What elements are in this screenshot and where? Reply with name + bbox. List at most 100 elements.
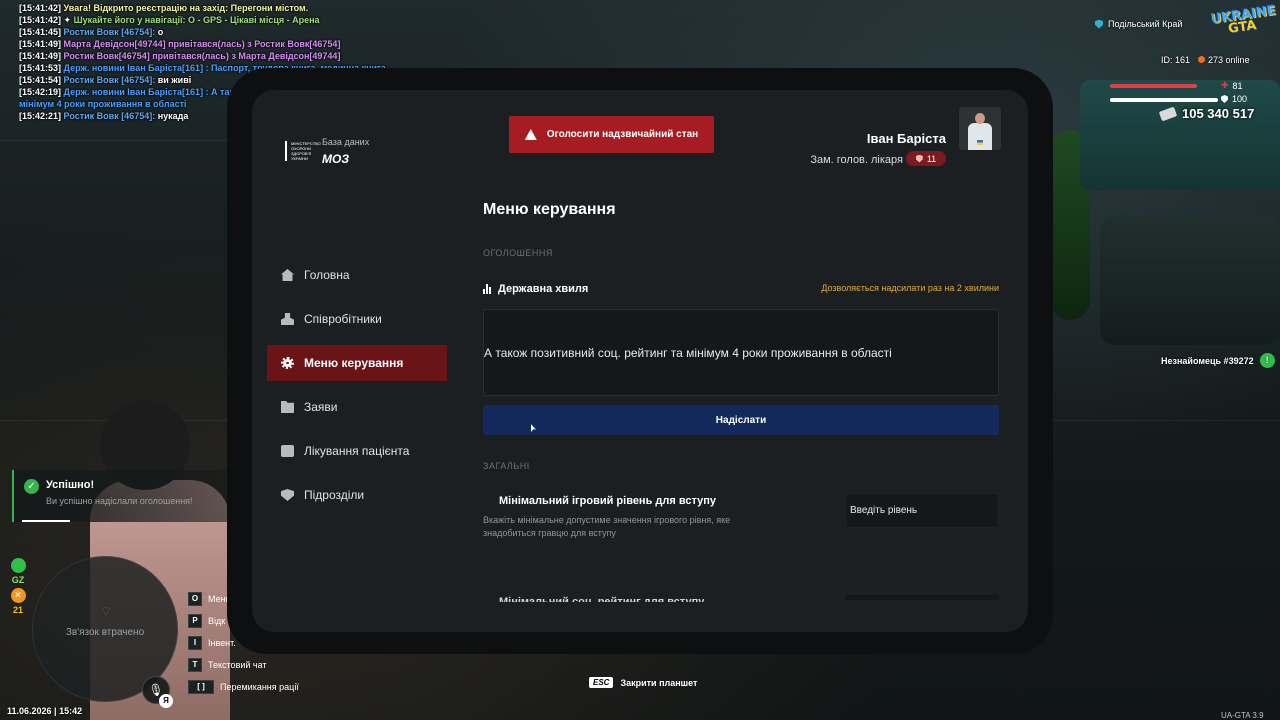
chat-timestamp: [15:41:54]	[19, 75, 62, 85]
key-cap: O	[188, 592, 202, 606]
key-cap: P	[188, 614, 202, 628]
sofa	[1080, 80, 1280, 190]
nearby-player: Незнайомець #39272 !	[1161, 353, 1275, 368]
region-shield-icon	[1095, 19, 1103, 29]
check-icon: ✓	[24, 479, 39, 494]
toast-progress	[22, 520, 70, 522]
mic-key-badge: Я	[159, 694, 173, 708]
min-level-description: Вкажіть мінімальне допустиме значення іг…	[483, 515, 731, 538]
sidebar-item-label: Головна	[304, 268, 350, 282]
shield-status-icon	[10, 558, 26, 573]
key-hint-label: Текстовий чат	[208, 660, 267, 670]
money-value: 105 340 517	[1182, 106, 1255, 121]
tablet-screen: МІНІСТЕРСТВО ОХОРОНИ ЗДОРОВ'Я УКРАЇНИ Ба…	[252, 90, 1028, 632]
nearby-player-name: Незнайомець #39272	[1161, 355, 1254, 366]
online-text: 273 online	[1208, 55, 1250, 65]
key-hint-label: Інвент.	[208, 638, 236, 648]
health-bar	[1110, 84, 1198, 88]
chat-author: Марта Девідсон[49744] привітався(лась) з…	[63, 39, 341, 49]
player-id-line: ID: 161 273 online	[1161, 55, 1250, 65]
cash-icon	[1158, 106, 1178, 121]
page-title: Меню керування	[483, 201, 616, 218]
online-count: 273 online	[1198, 55, 1250, 65]
sidebar-item-label: Лікування пацієнта	[304, 444, 410, 458]
chat-timestamp: [15:41:42]	[19, 3, 62, 13]
database-label: База даних	[322, 137, 370, 147]
sidebar-item-gear[interactable]: Меню керування	[267, 345, 447, 381]
key-hint: T Текстовий чат	[188, 654, 299, 676]
tablet-frame: МІНІСТЕРСТВО ОХОРОНИ ЗДОРОВ'Я УКРАЇНИ Ба…	[227, 68, 1053, 654]
armor-icon	[1221, 95, 1228, 103]
close-tablet-label: Закрити планшет	[620, 677, 698, 688]
health-value: 81	[1232, 80, 1243, 91]
health-icon: ✚	[1221, 80, 1229, 90]
status-icons: GZ ✕ 21	[8, 558, 28, 615]
chair	[1100, 215, 1280, 345]
armor-bar	[1110, 98, 1218, 102]
chat-timestamp: [15:41:53]	[19, 63, 62, 73]
chat-message: нукада	[155, 111, 189, 121]
key-cap: [ ]	[188, 680, 214, 694]
section-general: ЗАГАЛЬНІ	[483, 461, 530, 471]
min-social-rating-input[interactable]	[845, 595, 999, 600]
chat-line: [15:41:45] Ростик Вовк [46754]: о	[19, 26, 404, 38]
state-wave-label: Державна хвиля	[498, 283, 589, 295]
sidebar-item-users[interactable]: Співробітники	[267, 301, 447, 337]
minimap-status: Зв'язок втрачено	[65, 627, 145, 638]
wifi-off-icon: ⌔	[99, 603, 113, 619]
sidebar-item-folder[interactable]: Заяви	[267, 389, 447, 425]
min-level-title: Мінімальний ігровий рівень для вступу	[499, 495, 716, 507]
send-button[interactable]: Надіслати	[483, 405, 999, 435]
success-toast: ✓ Успішно! Ви успішно надіслали оголошен…	[12, 470, 232, 522]
health-label: ✚ 81	[1221, 80, 1243, 91]
ministry-logo: МІНІСТЕРСТВО ОХОРОНИ ЗДОРОВ'Я УКРАЇНИ	[285, 141, 321, 161]
chat-timestamp: [15:41:45]	[19, 27, 62, 37]
users-icon	[281, 313, 294, 325]
sidebar-item-shield[interactable]: Підрозділи	[267, 477, 447, 513]
state-wave-note: Дозволяється надсилати раз на 2 хвилини	[821, 283, 999, 293]
folder-icon	[281, 401, 294, 413]
min-level-input[interactable]	[845, 493, 999, 528]
chat-author: Ростик Вовк[46754] привітався(лась) з Ма…	[63, 51, 341, 61]
region-label: Подільський Край	[1095, 19, 1182, 29]
game-version: UA-GTA 3.9	[1221, 711, 1264, 720]
sidebar-item-label: Меню керування	[304, 356, 404, 370]
sidebar-item-home[interactable]: Головна	[267, 257, 447, 293]
armor-label: 100	[1221, 94, 1247, 104]
money-display: 105 340 517	[1158, 106, 1255, 121]
date-time: 11.06.2026 | 15:42	[7, 706, 83, 716]
chat-line: [15:41:42] Увага! Відкрито реєстрацію на…	[19, 2, 404, 14]
ministry-logo-text: МІНІСТЕРСТВО ОХОРОНИ ЗДОРОВ'Я УКРАЇНИ	[291, 141, 321, 161]
chat-timestamp: [15:41:49]	[19, 51, 62, 61]
chat-message: о	[155, 27, 164, 37]
esc-key: ESC	[589, 677, 614, 688]
bar-chart-icon	[483, 284, 493, 294]
sidebar-item-medic[interactable]: Лікування пацієнта	[267, 433, 447, 469]
sidebar-item-label: Підрозділи	[304, 488, 365, 502]
min-social-rating-title: Мінімальний соц. рейтинг для вступу	[499, 596, 705, 602]
gps-star-icon: ✦	[63, 15, 72, 25]
chat-author: Ростик Вовк [46754]:	[63, 75, 156, 85]
shield-icon	[281, 489, 294, 501]
key-hint: [ ] Перемикання рації	[188, 676, 299, 698]
sidebar-nav: Головна Співробітники Меню керування Заяви Л…	[267, 257, 447, 521]
key-hint-label: Відк	[208, 616, 226, 626]
voice-indicator-icon: !	[1259, 353, 1275, 368]
announcement-textarea[interactable]: А також позитивний соц. рейтинг та мінім…	[483, 309, 999, 396]
gz-label: GZ	[11, 575, 25, 585]
chat-line: [15:41:49] Марта Девідсон[49744] привіта…	[19, 38, 404, 50]
chat-line: [15:41:49] Ростик Вовк[46754] привітався…	[19, 50, 404, 62]
logo-bar	[285, 141, 287, 161]
armor-value: 100	[1232, 94, 1248, 104]
chat-timestamp: [15:41:42]	[19, 15, 62, 25]
medic-icon	[281, 445, 294, 457]
send-button-label: Надіслати	[715, 414, 767, 426]
sidebar-item-label: Заяви	[304, 400, 338, 414]
status-count: 21	[12, 605, 23, 615]
sidebar-item-label: Співробітники	[304, 312, 382, 326]
chat-message: Шукайте його у навігації: О - GPS - Ціка…	[71, 15, 320, 25]
chat-line: [15:41:42] ✦ Шукайте його у навігації: О…	[19, 14, 404, 26]
player-id: ID: 161	[1161, 55, 1191, 65]
chat-author: Ростик Вовк [46754]:	[63, 111, 156, 121]
close-tablet-hint: ESC Закрити планшет	[589, 677, 697, 688]
